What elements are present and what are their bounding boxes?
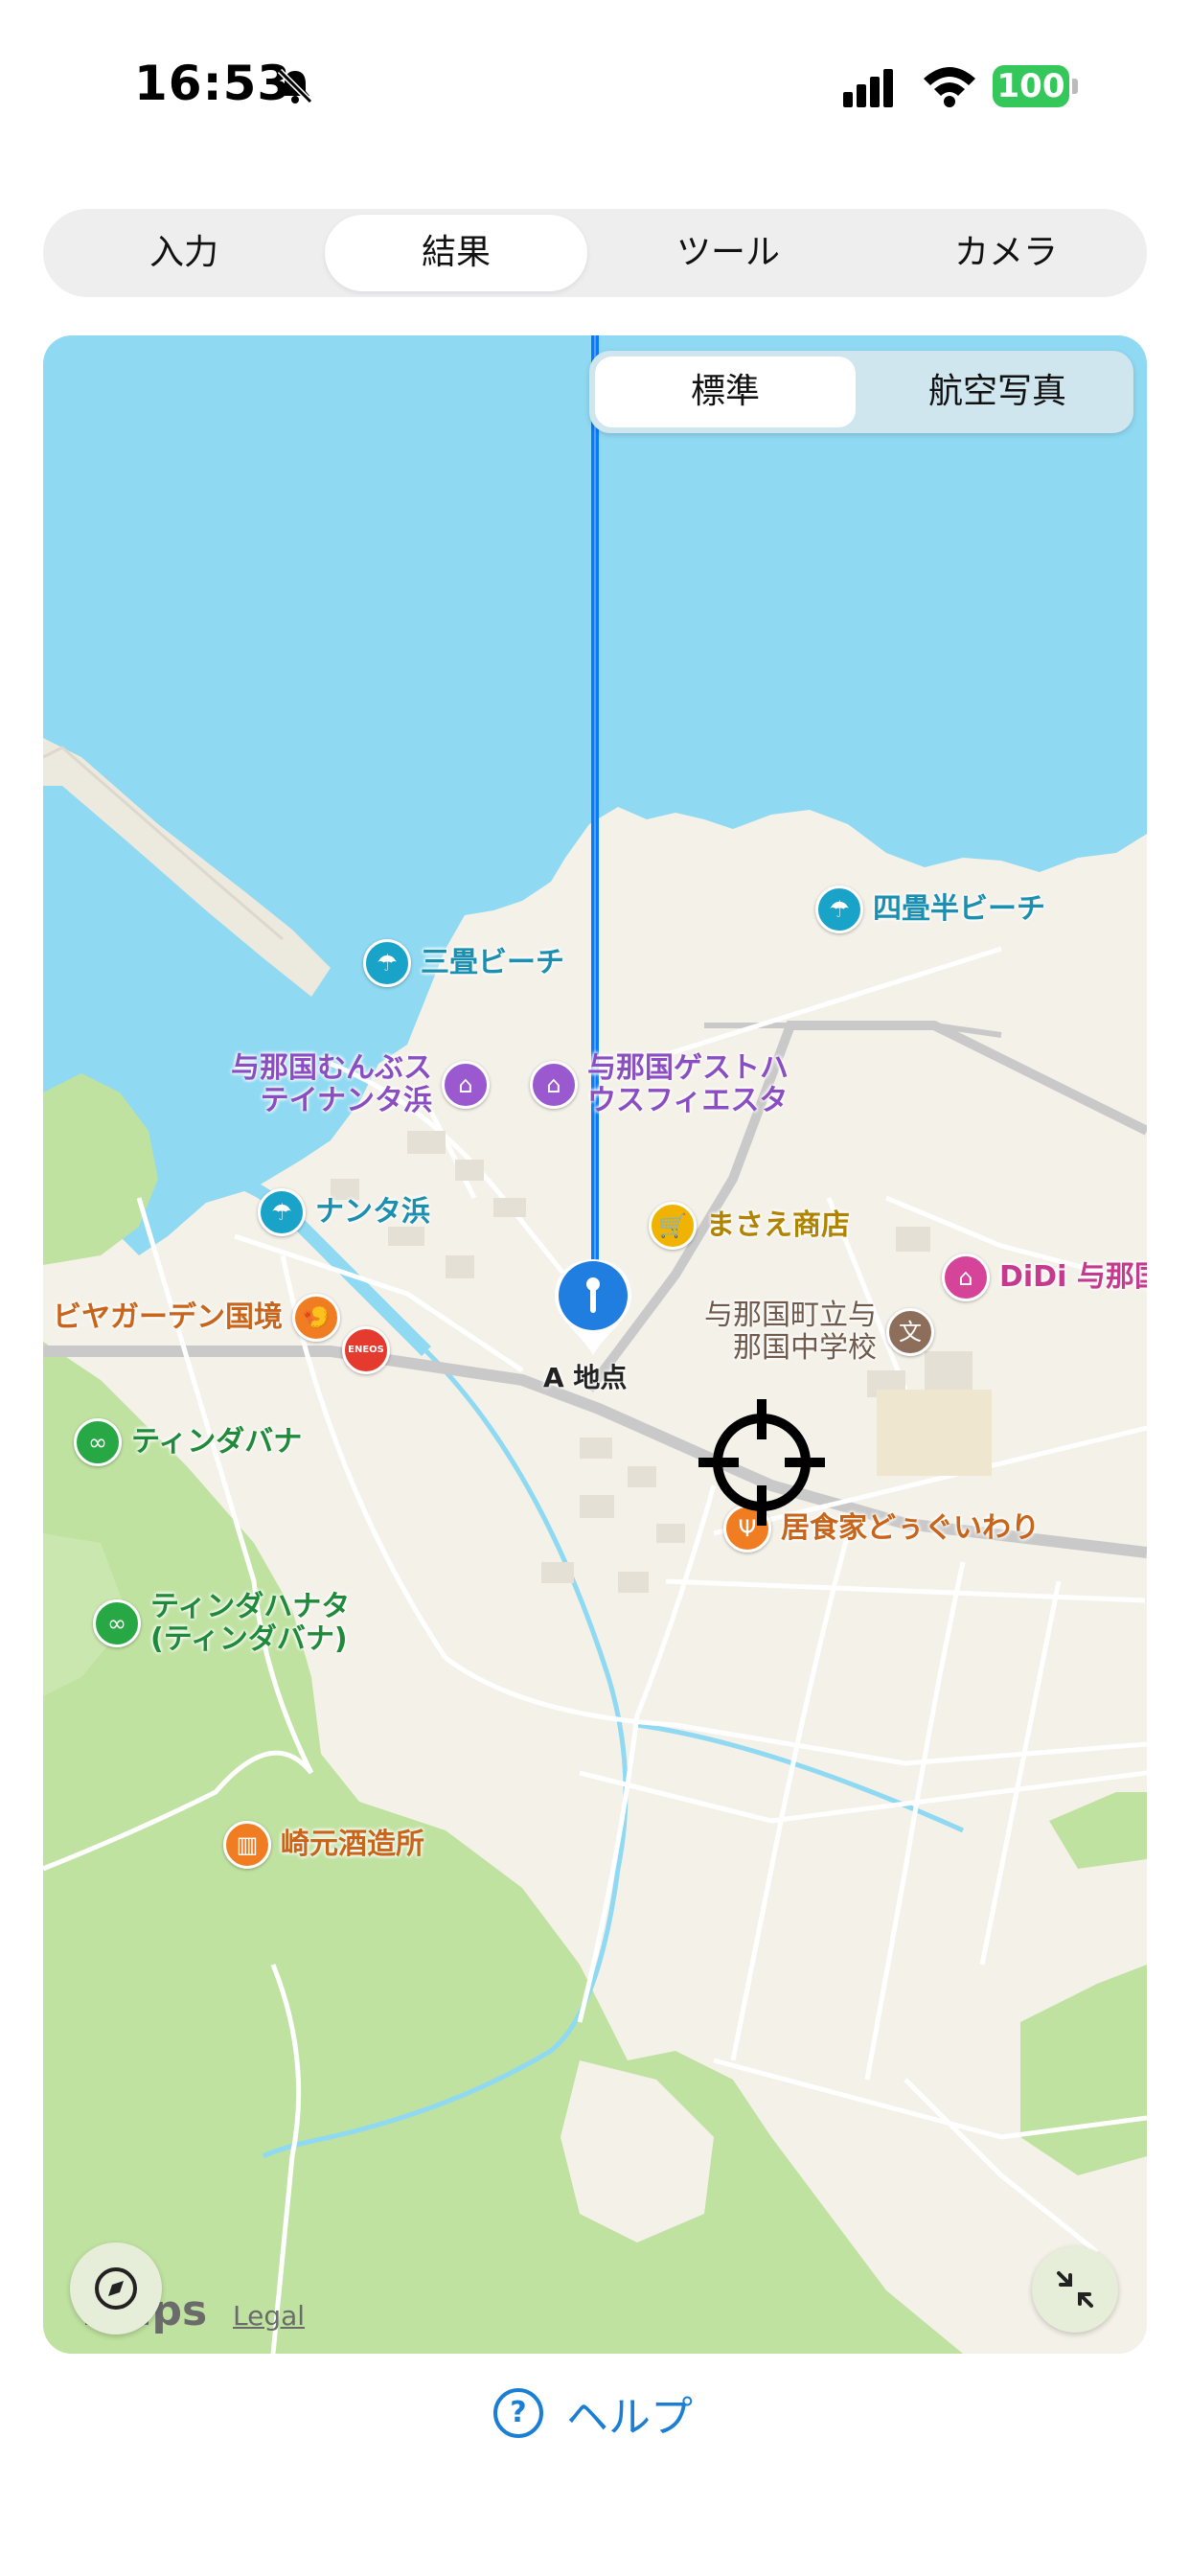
bed-icon: ⌂ xyxy=(442,1061,490,1109)
poi-yojouhan-beach[interactable]: ☂ 四畳半ビーチ xyxy=(815,886,1045,933)
beach-umbrella-icon: ☂ xyxy=(815,886,863,933)
tab-result[interactable]: 結果 xyxy=(325,215,587,291)
battery-indicator: 100 xyxy=(993,65,1079,109)
tab-camera[interactable]: カメラ xyxy=(875,215,1137,291)
poi-eneos[interactable]: ENEOS xyxy=(342,1326,390,1374)
map-style-standard[interactable]: 標準 xyxy=(595,356,856,427)
compass-button[interactable] xyxy=(70,2242,162,2334)
bell-slash-icon xyxy=(277,68,313,104)
cart-icon: 🛒 xyxy=(649,1202,697,1250)
help-label: ヘルプ xyxy=(566,2393,693,2442)
poi-didi-yonaguni[interactable]: ⌂ DiDi 与那国文 xyxy=(942,1254,1147,1301)
map-style-toggle: 標準 航空写真 xyxy=(589,351,1133,433)
poi-tindahanata[interactable]: ∞ ティンダハナタ (ティンダバナ) xyxy=(93,1591,350,1656)
museum-icon: ⌂ xyxy=(942,1254,990,1301)
wifi-icon xyxy=(924,67,975,107)
poi-beer-garden-kokkyo[interactable]: 🍤 ビヤガーデン国境 xyxy=(53,1294,340,1342)
map-style-aerial[interactable]: 航空写真 xyxy=(867,356,1128,427)
battery-tip xyxy=(1072,79,1078,94)
poi-masae-store[interactable]: 🛒 まさえ商店 xyxy=(649,1202,850,1250)
barrel-icon: ▥ xyxy=(223,1821,271,1869)
map-pin-icon[interactable] xyxy=(551,1255,635,1361)
tab-bar: 入力 結果 ツール カメラ xyxy=(43,209,1147,297)
map-view[interactable]: 標準 航空写真 ☂ 四畳半ビーチ ☂ 三畳ビーチ ⌂ 与那国むんぶス テイナンタ… xyxy=(43,335,1147,2354)
gas-station-icon: ENEOS xyxy=(342,1326,390,1374)
binoculars-icon: ∞ xyxy=(93,1599,141,1647)
poi-sakimoto-brewery[interactable]: ▥ 崎元酒造所 xyxy=(223,1821,424,1869)
bed-icon: ⌂ xyxy=(530,1061,578,1109)
poi-yonaguni-junior-high[interactable]: 文 与那国町立与 那国中学校 xyxy=(704,1300,934,1365)
tab-tools[interactable]: ツール xyxy=(597,215,859,291)
question-circle-icon: ? xyxy=(493,2388,543,2438)
battery-level: 100 xyxy=(993,65,1069,107)
beach-umbrella-icon: ☂ xyxy=(363,939,411,987)
cellular-signal-icon xyxy=(843,69,893,107)
binoculars-icon: ∞ xyxy=(74,1418,122,1466)
poi-munbus-nanta[interactable]: ⌂ 与那国むんぶス テイナンタ浜 xyxy=(231,1052,490,1117)
collapse-map-button[interactable] xyxy=(1032,2246,1118,2333)
poi-nanta-beach[interactable]: ☂ ナンタ浜 xyxy=(258,1188,430,1236)
status-time: 16:53 xyxy=(134,56,292,111)
compass-icon xyxy=(95,2267,137,2310)
help-button[interactable]: ? ヘルプ xyxy=(493,2382,693,2444)
legal-link[interactable]: Legal xyxy=(233,2300,305,2332)
poi-tindabana[interactable]: ∞ ティンダバナ xyxy=(74,1418,302,1466)
school-icon: 文 xyxy=(886,1308,934,1356)
poi-guesthouse-fiesta[interactable]: ⌂ 与那国ゲストハ ウスフィエスタ xyxy=(530,1052,789,1117)
tab-input[interactable]: 入力 xyxy=(53,215,315,291)
pin-label: A 地点 xyxy=(543,1362,628,1393)
beach-umbrella-icon: ☂ xyxy=(258,1188,306,1236)
arrows-inward-icon xyxy=(1057,2271,1093,2308)
food-icon: 🍤 xyxy=(292,1294,340,1342)
crosshair-icon xyxy=(698,1399,825,1526)
poi-sanjou-beach[interactable]: ☂ 三畳ビーチ xyxy=(363,939,564,987)
